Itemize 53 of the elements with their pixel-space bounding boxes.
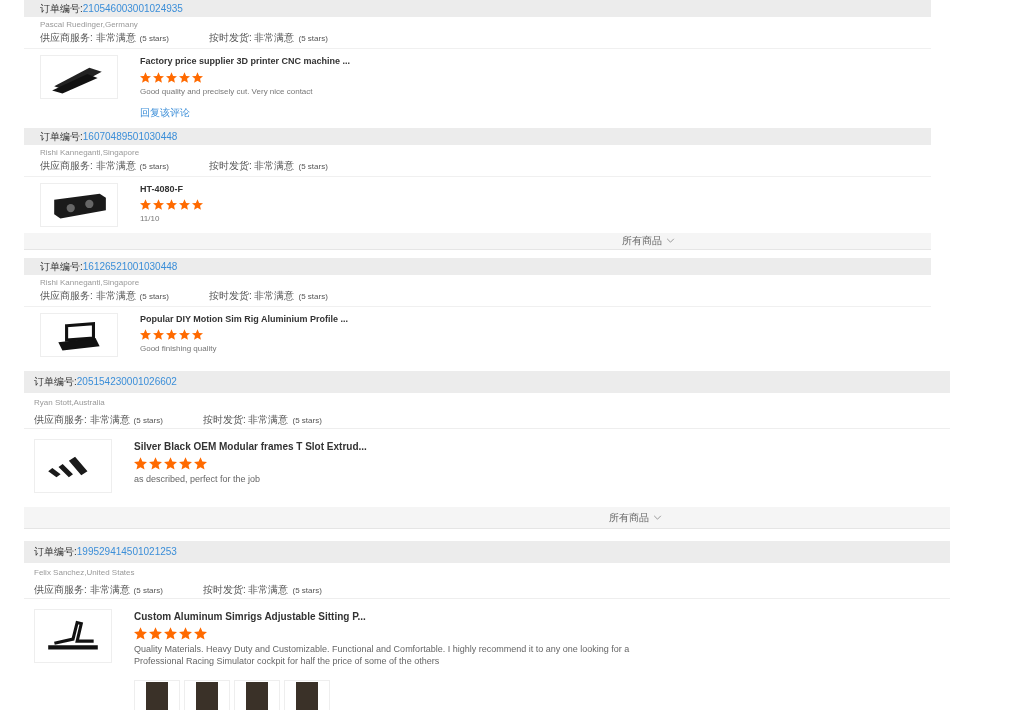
order-label: 订单编号: xyxy=(40,259,83,274)
reviewer-name: Pascal Ruedinger,Germany xyxy=(40,19,139,30)
reviewer-name: Rishi Kanneganti,Singapore xyxy=(40,146,141,158)
rating-text: 供应商服务: 非常满意 (5 stars) xyxy=(34,582,163,597)
rating-text: 按时发货: 非常满意 (5 stars) xyxy=(202,412,322,427)
reviewer-name: Rishi Kanneganti,Singapore xyxy=(40,276,141,288)
rating-text: 供应商服务: 非常满意 (5 stars) xyxy=(40,31,169,45)
review-comment: Good finishing quality xyxy=(140,343,218,355)
review-comment: Quality Materials. Heavy Duty and Customizable. Functional and Comfortable. I highly recommend it to any one looking for a Professional Racing Simulator cockpit for half the price of some of the others xyxy=(134,642,631,667)
photo-placeholder xyxy=(146,681,168,710)
review-photo[interactable] xyxy=(234,679,280,710)
order-number-link[interactable]: 16070489501030448 xyxy=(82,128,178,144)
review-comment: Good quality and precisely cut. Very nice contact xyxy=(140,85,314,98)
product-thumbnail[interactable] xyxy=(40,312,118,357)
review-photo[interactable] xyxy=(134,679,180,710)
order-number-link[interactable]: 210546003001024935 xyxy=(82,1,183,16)
review-comment: as described, perfect for the job xyxy=(134,472,262,485)
all-products-toggle[interactable]: 所有商品 xyxy=(24,506,950,529)
rating-text: 供应商服务: 非常满意 (5 stars) xyxy=(40,288,169,303)
product-thumbnail[interactable] xyxy=(40,182,118,227)
rating-text: 供应商服务: 非常满意 (5 stars) xyxy=(40,158,169,173)
chevron-down-icon xyxy=(653,514,662,520)
review-comment: 11/10 xyxy=(140,213,161,225)
order-label: 订单编号: xyxy=(34,545,77,559)
all-products-toggle[interactable]: 所有商品 xyxy=(24,232,931,250)
photo-placeholder xyxy=(196,681,218,710)
photo-placeholder xyxy=(296,681,318,710)
reply-link[interactable]: 回复该评论 xyxy=(140,104,190,120)
product-thumbnail[interactable] xyxy=(40,55,118,99)
rating-text: 按时发货: 非常满意 (5 stars) xyxy=(208,31,328,45)
product-thumbnail[interactable] xyxy=(34,608,112,663)
reviewer-name: Felix Sanchez,United States xyxy=(34,566,136,579)
product-thumbnail[interactable] xyxy=(34,438,112,493)
product-title-link[interactable]: Custom Aluminum Simrigs Adjustable Sitting P... xyxy=(134,608,654,624)
review-photo[interactable] xyxy=(184,679,230,710)
rating-text: 供应商服务: 非常满意 (5 stars) xyxy=(34,412,163,427)
product-title-link[interactable]: Factory price supplier 3D printer CNC machine ... xyxy=(140,55,351,69)
rating-text: 按时发货: 非常满意 (5 stars) xyxy=(208,158,328,173)
rating-text: 按时发货: 非常满意 (5 stars) xyxy=(202,582,322,597)
product-title-link[interactable]: HT-4080-F xyxy=(140,182,203,196)
product-title-link[interactable]: Silver Black OEM Modular frames T Slot Extrud... xyxy=(134,438,367,454)
order-number-link[interactable]: 205154230001026602 xyxy=(76,374,177,389)
order-label: 订单编号: xyxy=(40,129,83,144)
photo-placeholder xyxy=(246,681,268,710)
order-number-link[interactable]: 16126521001030448 xyxy=(82,258,178,274)
order-label: 订单编号: xyxy=(34,375,77,389)
chevron-down-icon xyxy=(666,238,675,243)
order-number-link[interactable]: 199529414501021253 xyxy=(76,544,177,559)
review-photo[interactable] xyxy=(284,679,330,710)
product-title-link[interactable]: Popular DIY Motion Sim Rig Aluminium Profile ... xyxy=(140,312,348,326)
order-label: 订单编号: xyxy=(40,2,83,16)
rating-text: 按时发货: 非常满意 (5 stars) xyxy=(208,288,328,303)
reviewer-name: Ryan Stott,Australia xyxy=(34,396,106,409)
